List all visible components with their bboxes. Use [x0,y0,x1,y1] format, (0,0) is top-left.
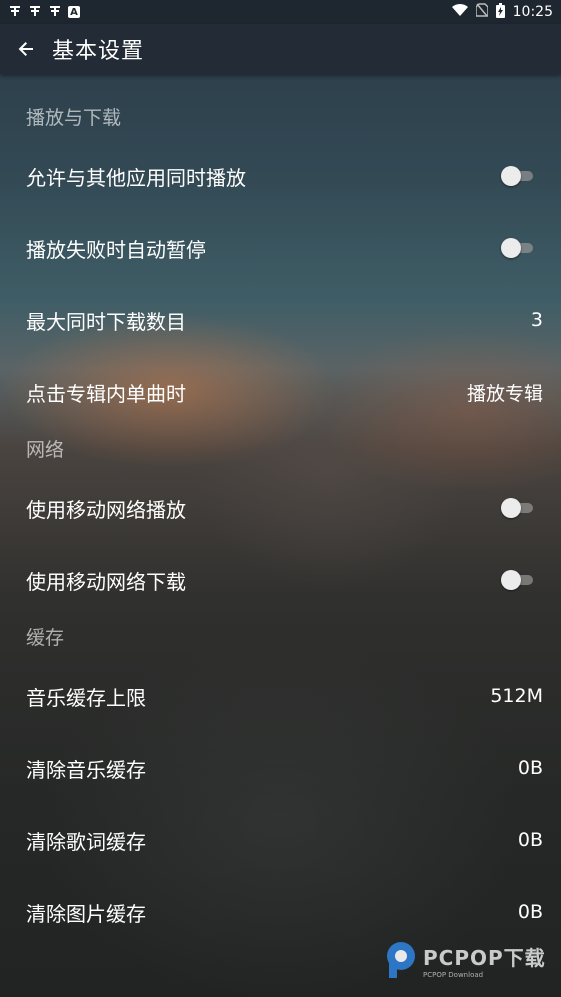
bug-icon [28,3,42,21]
setting-label: 清除图片缓存 [26,901,146,926]
setting-value: 0B [517,757,543,779]
setting-label: 播放失败时自动暂停 [26,237,206,262]
setting-value: 播放专辑 [466,382,543,405]
watermark-subtitle: PCPOP Download [423,970,484,979]
arrow-back-icon [18,42,33,56]
bug-icon [48,3,62,21]
settings-list: 播放与下载 允许与其他应用同时播放 播放失败时自动暂停 最大同时下载数目 3 点… [0,74,561,948]
toggle-thumb [501,570,521,590]
setting-mobile-network-download[interactable]: 使用移动网络下载 [0,544,561,616]
setting-label: 音乐缓存上限 [26,685,146,710]
toggle-switch[interactable] [501,570,535,590]
toggle-switch[interactable] [501,238,535,258]
app-bar: 基本设置 [0,24,561,74]
pcpop-watermark: PCPOP下载 PCPOP Download [383,940,546,980]
setting-clear-image-cache[interactable]: 清除图片缓存 0B [0,876,561,948]
setting-label: 清除音乐缓存 [26,757,146,782]
page-title: 基本设置 [52,39,145,64]
setting-value: 3 [530,309,543,331]
section-header-cache: 缓存 [26,627,65,649]
wifi-icon [451,3,468,21]
setting-value: 512M [490,685,543,707]
setting-value: 0B [517,901,543,923]
section-header-network: 网络 [26,439,65,461]
setting-label: 清除歌词缓存 [26,829,146,854]
setting-music-cache-limit[interactable]: 音乐缓存上限 512M [0,660,561,732]
toggle-thumb [501,166,521,186]
back-button[interactable] [0,24,52,74]
setting-auto-pause-on-failure[interactable]: 播放失败时自动暂停 [0,212,561,284]
setting-label: 最大同时下载数目 [26,309,186,334]
setting-max-concurrent-downloads[interactable]: 最大同时下载数目 3 [0,284,561,356]
setting-clear-lyrics-cache[interactable]: 清除歌词缓存 0B [0,804,561,876]
toggle-switch[interactable] [501,498,535,518]
toggle-thumb [501,238,521,258]
bug-icon [8,3,22,21]
status-bar: A 10:25 [0,0,561,24]
setting-label: 使用移动网络播放 [26,497,186,522]
setting-label: 允许与其他应用同时播放 [26,165,246,190]
setting-label: 使用移动网络下载 [26,569,186,594]
pcpop-logo-icon [387,942,415,978]
setting-value: 0B [517,829,543,851]
section-header-playback-download: 播放与下载 [26,107,122,129]
toggle-switch[interactable] [501,166,535,186]
setting-album-track-click[interactable]: 点击专辑内单曲时 播放专辑 [0,356,561,428]
setting-clear-music-cache[interactable]: 清除音乐缓存 0B [0,732,561,804]
clock: 10:25 [512,4,553,20]
watermark-brand: PCPOP下载 [423,945,546,970]
no-sim-icon [474,3,489,21]
a-notification-icon: A [68,6,80,18]
battery-charging-icon [495,2,505,22]
setting-label: 点击专辑内单曲时 [26,381,186,406]
toggle-thumb [501,498,521,518]
setting-mobile-network-playback[interactable]: 使用移动网络播放 [0,472,561,544]
setting-allow-concurrent-playback[interactable]: 允许与其他应用同时播放 [0,140,561,212]
